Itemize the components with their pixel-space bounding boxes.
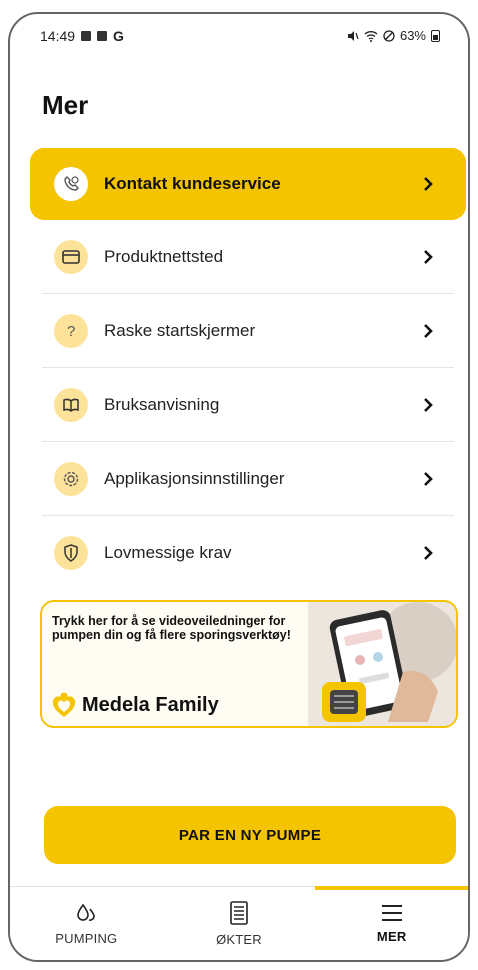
tab-label: ØKTER: [216, 932, 262, 947]
medela-heart-icon: [52, 692, 76, 717]
gear-icon: [54, 461, 88, 496]
app-phone-illustration: [308, 602, 456, 726]
chevron-right-icon: [416, 172, 440, 196]
tab-sessions[interactable]: ØKTER: [163, 887, 316, 960]
chevron-right-icon: [416, 393, 440, 417]
status-time: 14:49: [40, 28, 76, 44]
menu-item-product-website[interactable]: Produktnettsted: [42, 220, 454, 294]
phone-frame: 14:49 G 63% Mer Kontakt kundeservice Pro…: [8, 12, 470, 962]
tab-more[interactable]: MER: [315, 886, 468, 960]
question-icon: ?: [54, 313, 88, 348]
tab-label: PUMPING: [55, 931, 118, 946]
medela-family-banner[interactable]: Trykk her for å se videoveiledninger for…: [40, 600, 458, 728]
chevron-right-icon: [416, 245, 440, 269]
chevron-right-icon: [416, 541, 440, 565]
menu-item-label: Lovmessige krav: [104, 543, 232, 562]
banner-text: Trykk her for å se videoveiledninger for…: [52, 614, 291, 642]
list-document-icon: [230, 901, 248, 925]
message-icon: [97, 31, 108, 41]
status-extra: G: [113, 28, 124, 44]
menu-item-label: Kontakt kundeservice: [104, 174, 281, 193]
book-icon: [54, 387, 88, 422]
droplets-icon: [77, 903, 96, 921]
battery-icon: [431, 29, 440, 42]
menu-list: Kontakt kundeservice Produktnettsted ? R…: [30, 148, 466, 590]
browser-window-icon: [54, 239, 88, 274]
status-left: 14:49 G: [40, 28, 124, 44]
menu-item-label: Raske startskjermer: [104, 320, 256, 340]
menu-icon: [381, 905, 402, 921]
tab-label: MER: [376, 929, 407, 944]
pair-new-pump-button[interactable]: PAR EN NY PUMPE: [44, 806, 456, 864]
chevron-right-icon: [416, 319, 440, 343]
mute-icon: [347, 30, 359, 41]
menu-item-label: Applikasjonsinnstillinger: [104, 468, 285, 488]
tab-pumping[interactable]: PUMPING: [10, 887, 163, 960]
dnd-icon: [383, 29, 395, 42]
svg-text:?: ?: [67, 323, 75, 340]
menu-item-quick-start[interactable]: ? Raske startskjermer: [42, 294, 454, 368]
menu-item-label: Produktnettsted: [104, 246, 224, 266]
menu-item-app-settings[interactable]: Applikasjonsinnstillinger: [42, 442, 454, 516]
medela-family-logo: Medela Family: [52, 692, 219, 718]
menu-item-contact-support[interactable]: Kontakt kundeservice: [30, 148, 466, 220]
bottom-nav: PUMPING ØKTER MER: [10, 886, 468, 960]
battery-percent: 63%: [399, 28, 426, 43]
shield-icon: [54, 536, 88, 570]
status-bar: 14:49 G 63%: [10, 14, 468, 58]
menu-item-legal-requirements[interactable]: Lovmessige krav: [42, 516, 454, 590]
page-title: Mer: [42, 90, 89, 120]
menu-item-label: Bruksanvisning: [104, 394, 220, 414]
menu-item-user-manual[interactable]: Bruksanvisning: [42, 368, 454, 442]
status-right: 63%: [347, 28, 440, 43]
notification-icon: [81, 31, 92, 41]
phone-chat-icon: [54, 167, 88, 201]
wifi-icon: [364, 30, 378, 42]
chevron-right-icon: [416, 467, 440, 491]
brand-name: Medela Family: [82, 693, 219, 716]
